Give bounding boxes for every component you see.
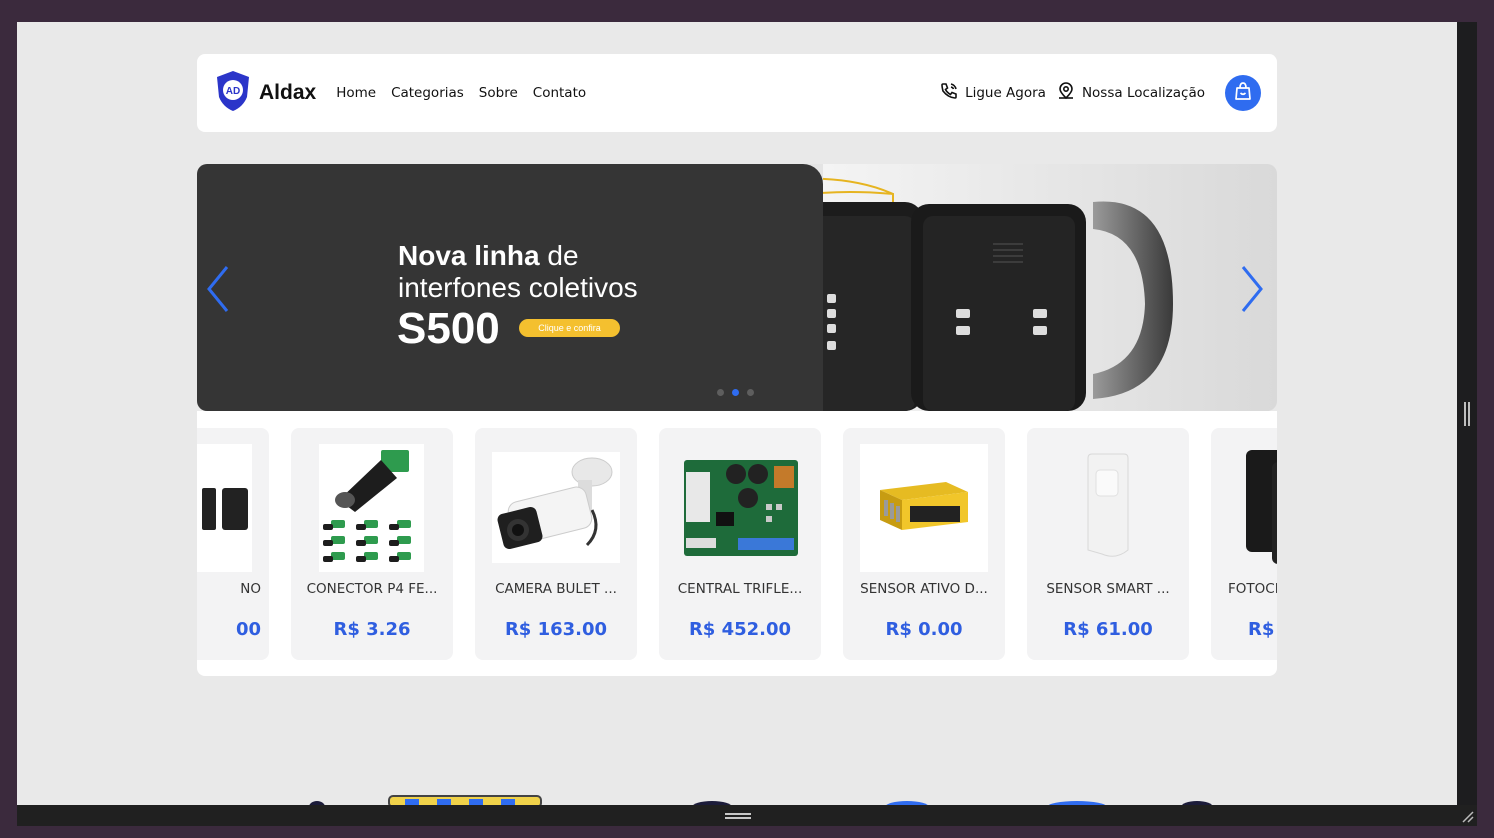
location-link[interactable]: Nossa Localização (1056, 81, 1205, 105)
carousel-prev-button[interactable] (203, 264, 233, 314)
shopping-bag-icon (1232, 80, 1254, 106)
product-price: 00 (235, 619, 261, 640)
product-price: R$ 61.00 (1063, 619, 1153, 640)
sensor-icon (197, 444, 252, 572)
call-now-label: Ligue Agora (965, 85, 1046, 101)
carousel-dot[interactable] (747, 389, 754, 396)
product-image (319, 444, 424, 572)
bottom-resize-handle[interactable] (725, 813, 751, 819)
product-title: SENSOR SMART ... (1046, 581, 1170, 597)
hero-carousel: Nova linha de interfones coletivos S500 … (197, 164, 1277, 411)
navbar: AD Aldax Home Categorias Sobre Contato L (197, 54, 1277, 132)
chevron-right-icon (1237, 266, 1267, 318)
resize-grip-icon[interactable] (1460, 808, 1474, 823)
banner-product-area (701, 164, 1277, 411)
connector-icon (319, 444, 424, 572)
banner-headline-bold: Nova linha (398, 240, 540, 271)
banner-headline: Nova linha de (398, 240, 579, 272)
svg-text:AD: AD (226, 86, 240, 97)
sensor-box-icon (860, 444, 988, 572)
circuit-board-icon (676, 444, 804, 572)
product-card[interactable]: NO 00 (197, 428, 269, 660)
product-card[interactable]: SENSOR SMART ... R$ 61.00 (1027, 428, 1189, 660)
banner-model-name: S500 (397, 304, 500, 353)
product-carousel: NO 00 CONECTOR P4 FE... R$ 3.26 CAMERA B… (197, 411, 1277, 676)
intercom-product-image (701, 177, 1173, 411)
product-image (1044, 444, 1172, 572)
product-image (1228, 444, 1277, 572)
product-image (197, 444, 252, 572)
banner-cta-button[interactable]: Clique e confira (519, 319, 620, 337)
brand-name: Aldax (259, 81, 317, 104)
carousel-next-button[interactable] (1237, 264, 1267, 314)
product-price: R$ 163.00 (504, 619, 608, 640)
motion-sensor-icon (1044, 444, 1172, 572)
banner-subheadline: interfones coletivos (398, 272, 638, 303)
product-card[interactable]: SENSOR ATIVO D... R$ 0.00 (843, 428, 1005, 660)
browser-viewport: AD Aldax Home Categorias Sobre Contato L (17, 22, 1457, 805)
nav-link-contato[interactable]: Contato (533, 85, 586, 101)
product-card[interactable]: FOTOCELU R$ 15 (1211, 428, 1277, 660)
product-price: R$ 0.00 (885, 619, 963, 640)
photocell-icon (1228, 444, 1277, 572)
carousel-dot[interactable] (717, 389, 724, 396)
product-card[interactable]: CONECTOR P4 FE... R$ 3.26 (291, 428, 453, 660)
product-price: R$ 15 (1248, 619, 1277, 640)
location-pin-icon (1056, 81, 1076, 105)
product-title: SENSOR ATIVO D... (860, 581, 988, 597)
nav-links: Home Categorias Sobre Contato (336, 85, 586, 101)
camera-icon (492, 452, 620, 563)
banner-headline-rest: de (539, 240, 579, 271)
brand[interactable]: AD Aldax (213, 69, 316, 117)
nav-link-sobre[interactable]: Sobre (479, 85, 518, 101)
splitter-handle[interactable] (1464, 402, 1470, 426)
product-title: NO (240, 581, 261, 597)
product-track: NO 00 CONECTOR P4 FE... R$ 3.26 CAMERA B… (197, 428, 1277, 660)
chevron-left-icon (203, 266, 233, 318)
location-label: Nossa Localização (1081, 85, 1205, 101)
product-card[interactable]: CENTRAL TRIFLE... R$ 452.00 (659, 428, 821, 660)
cart-button[interactable] (1225, 75, 1261, 111)
product-image (492, 452, 620, 563)
nav-actions: Ligue Agora Nossa Localização (939, 75, 1261, 111)
call-now-link[interactable]: Ligue Agora (939, 81, 1046, 105)
product-image (860, 444, 988, 572)
product-title: CENTRAL TRIFLE... (677, 581, 803, 597)
phone-call-icon (939, 81, 959, 105)
product-card[interactable]: CAMERA BULET ... R$ 163.00 (475, 428, 637, 660)
product-title: FOTOCELU (1228, 581, 1277, 597)
next-section-peek (17, 792, 1457, 805)
carousel-indicators (717, 389, 754, 396)
product-price: R$ 452.00 (688, 619, 792, 640)
product-title: CONECTOR P4 FE... (306, 581, 438, 597)
product-price: R$ 3.26 (333, 619, 411, 640)
product-title: CAMERA BULET ... (495, 581, 617, 597)
product-image (676, 444, 804, 572)
shield-logo-icon: AD (213, 69, 253, 117)
carousel-dot-active[interactable] (732, 389, 739, 396)
nav-link-categorias[interactable]: Categorias (391, 85, 464, 101)
nav-link-home[interactable]: Home (336, 85, 376, 101)
